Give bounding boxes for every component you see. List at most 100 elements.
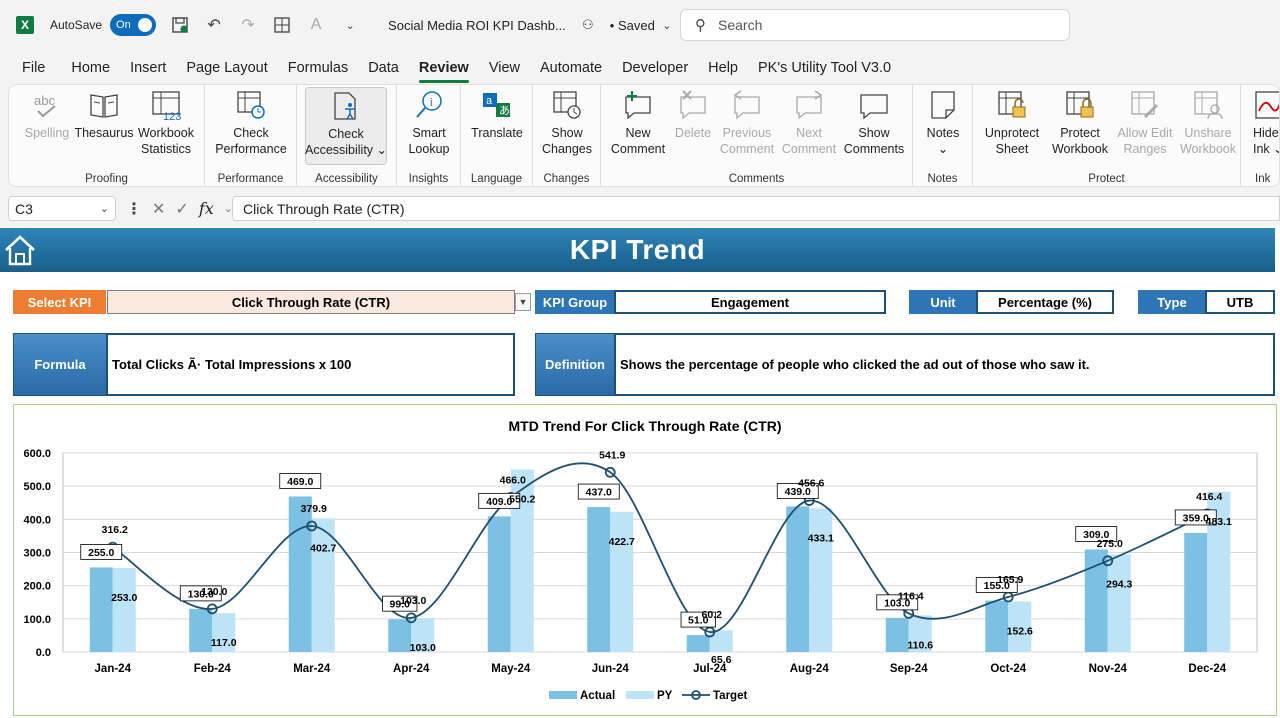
group-protect: Unprotect Sheet Protect Workbook Allow E… <box>973 85 1241 186</box>
group-label-insights: Insights <box>408 173 449 185</box>
home-icon[interactable] <box>2 232 38 268</box>
group-label-protect: Protect <box>1088 173 1125 185</box>
unprotect-sheet-label-1: Unprotect <box>984 126 1040 140</box>
borders-icon[interactable] <box>272 15 292 35</box>
previous-comment-button[interactable]: Previous Comment <box>717 89 777 157</box>
check-performance-button[interactable]: Check Performance <box>211 89 291 157</box>
notes-icon <box>927 89 959 121</box>
translate-label: Translate <box>471 126 523 140</box>
font-color-icon[interactable]: A <box>306 15 326 35</box>
name-box[interactable]: C3 ⌄ <box>8 196 116 221</box>
search-box[interactable]: ⚲ Search <box>680 9 1070 41</box>
definition-label: Definition <box>535 333 615 396</box>
insert-function-icon[interactable]: fx <box>199 199 214 218</box>
customize-toolbar-icon[interactable]: ⌄ <box>340 15 360 35</box>
hide-ink-label-1: Hide <box>1253 126 1279 140</box>
redo-icon[interactable]: ↷ <box>238 15 258 35</box>
tab-pk-utility-tool[interactable]: PK's Utility Tool V3.0 <box>748 54 901 82</box>
tab-automate[interactable]: Automate <box>530 54 612 82</box>
unprotect-sheet-label-2: Sheet <box>995 142 1029 156</box>
thesaurus-button[interactable]: Thesaurus <box>73 89 135 141</box>
notes-button[interactable]: Notes ⌄ <box>919 89 967 157</box>
tab-home[interactable]: Home <box>61 54 120 82</box>
next-comment-icon <box>793 89 825 121</box>
x-tick-label: Mar-24 <box>293 663 331 675</box>
cancel-icon[interactable]: ✕ <box>152 199 165 219</box>
tab-review[interactable]: Review <box>409 54 479 83</box>
formula-controls: ⋮ ✕ ✓ fx ⌄ <box>126 196 233 221</box>
autosave-toggle[interactable]: On <box>110 14 157 36</box>
actual-data-label: 469.0 <box>287 476 313 488</box>
allow-edit-ranges-button[interactable]: Allow Edit Ranges <box>1113 89 1177 157</box>
target-line <box>112 462 1208 633</box>
target-data-label: 541.9 <box>599 449 625 461</box>
bar-py <box>1107 554 1131 652</box>
search-placeholder: Search <box>718 17 763 33</box>
delete-comment-button[interactable]: Delete <box>669 89 717 141</box>
group-label-comments: Comments <box>728 173 785 185</box>
smart-lookup-label-2: Lookup <box>408 142 450 156</box>
bar-actual <box>288 496 312 652</box>
worksheet: KPI Trend Select KPI Click Through Rate … <box>0 226 1280 718</box>
svg-text:123: 123 <box>163 111 181 121</box>
autosave-state: On <box>116 19 131 31</box>
formula-input[interactable]: Click Through Rate (CTR) <box>232 196 1280 221</box>
unprotect-sheet-button[interactable]: Unprotect Sheet <box>979 89 1045 157</box>
group-proofing: abc Spelling Thesaurus 123 Workbook Stat… <box>9 85 205 186</box>
tab-view[interactable]: View <box>479 54 530 82</box>
py-data-label: 65.6 <box>711 654 732 666</box>
actual-data-label: 255.0 <box>88 547 114 559</box>
share-people-icon[interactable]: ⚇ <box>578 15 598 35</box>
unshare-workbook-icon <box>1192 89 1224 121</box>
saved-status[interactable]: • Saved <box>610 18 655 33</box>
group-comments: New Comment Delete Previous Comment Next… <box>601 85 913 186</box>
py-data-label: 152.6 <box>1007 625 1033 637</box>
tab-insert[interactable]: Insert <box>120 54 176 82</box>
more-options-icon[interactable]: ⋮ <box>126 199 142 219</box>
check-accessibility-button[interactable]: Check Accessibility ⌄ <box>305 87 387 165</box>
protect-workbook-button[interactable]: Protect Workbook <box>1047 89 1113 157</box>
select-kpi-label: Select KPI <box>13 290 106 314</box>
workbook-statistics-label-1: Workbook <box>137 126 195 140</box>
spelling-icon: abc <box>31 89 63 121</box>
actual-data-label: 437.0 <box>586 487 612 499</box>
tab-page-layout[interactable]: Page Layout <box>176 54 277 82</box>
save-icon[interactable] <box>170 15 190 35</box>
x-tick-label: Apr-24 <box>393 663 430 675</box>
tab-data[interactable]: Data <box>358 54 409 82</box>
delete-comment-icon <box>677 89 709 121</box>
chevron-down-icon[interactable]: ⌄ <box>100 202 109 215</box>
enter-icon[interactable]: ✓ <box>175 199 188 219</box>
workbook-statistics-button[interactable]: 123 Workbook Statistics <box>135 89 197 157</box>
tab-developer[interactable]: Developer <box>612 54 698 82</box>
target-data-label: 275.0 <box>1097 538 1123 550</box>
undo-icon[interactable]: ↶ <box>204 15 224 35</box>
unshare-workbook-button[interactable]: Unshare Workbook <box>1177 89 1239 157</box>
ribbon: abc Spelling Thesaurus 123 Workbook Stat… <box>8 84 1280 187</box>
dropdown-arrow-icon[interactable]: ▼ <box>515 293 531 311</box>
target-data-label: 416.4 <box>1196 491 1222 503</box>
show-changes-button[interactable]: Show Changes <box>537 89 597 157</box>
y-tick-label: 500.0 <box>23 481 51 493</box>
show-comments-label-1: Show <box>858 126 890 140</box>
translate-button[interactable]: aあ Translate <box>467 89 527 141</box>
next-comment-button[interactable]: Next Comment <box>781 89 837 157</box>
protect-workbook-label-1: Protect <box>1060 126 1100 140</box>
show-comments-button[interactable]: Show Comments <box>841 89 907 157</box>
document-title[interactable]: Social Media ROI KPI Dashb... <box>388 18 566 33</box>
x-tick-label: Sep-24 <box>890 663 928 675</box>
hide-ink-button[interactable]: Hide Ink ⌄ <box>1253 89 1279 157</box>
new-comment-button[interactable]: New Comment <box>607 89 669 157</box>
tab-formulas[interactable]: Formulas <box>278 54 358 82</box>
hide-ink-label-2: Ink ⌄ <box>1253 142 1279 156</box>
select-kpi-dropdown[interactable]: Click Through Rate (CTR) <box>107 290 515 314</box>
smart-lookup-button[interactable]: i Smart Lookup <box>403 89 455 157</box>
unshare-workbook-label-2: Workbook <box>1179 142 1237 156</box>
bar-py <box>610 511 634 652</box>
chevron-down-icon[interactable]: ⌄ <box>657 15 677 35</box>
x-tick-label: Feb-24 <box>194 663 232 675</box>
tab-file[interactable]: File <box>0 54 61 82</box>
y-tick-label: 600.0 <box>23 448 51 460</box>
spelling-button[interactable]: abc Spelling <box>19 89 75 141</box>
tab-help[interactable]: Help <box>698 54 748 82</box>
